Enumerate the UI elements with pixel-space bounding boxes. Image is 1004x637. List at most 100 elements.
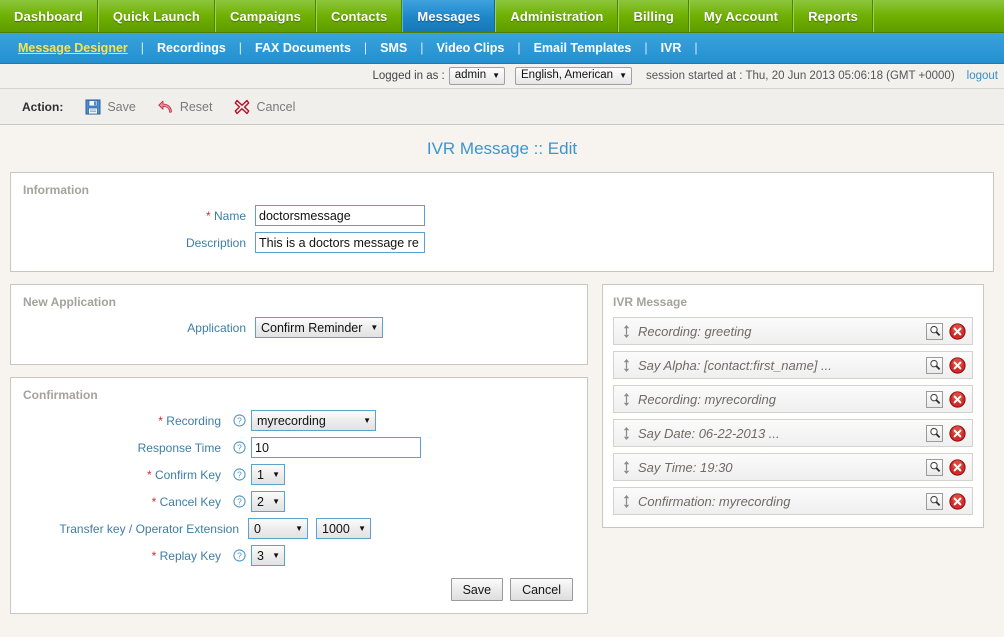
nav-tab-my-account[interactable]: My Account	[688, 0, 794, 32]
help-question-icon[interactable]: ?	[233, 468, 246, 481]
ivr-list-item[interactable]: Recording: myrecording	[613, 385, 973, 413]
delete-circle-icon[interactable]	[949, 424, 966, 442]
magnifier-icon	[929, 495, 940, 507]
secondary-navigation: Message Designer | Recordings | FAX Docu…	[0, 33, 1004, 64]
ivr-item-edit-button[interactable]	[926, 492, 943, 510]
help-question-icon[interactable]: ?	[233, 441, 246, 454]
subnav-item-message-designer[interactable]: Message Designer	[14, 41, 132, 55]
svg-text:?: ?	[237, 497, 242, 507]
nav-tab-messages[interactable]: Messages	[402, 0, 496, 32]
subnav-separator: |	[238, 41, 243, 55]
confirmation-save-button[interactable]: Save	[450, 578, 504, 601]
confirm-key-select[interactable]: 1 ▼	[251, 464, 285, 485]
nav-tab-contacts[interactable]: Contacts	[315, 0, 403, 32]
cancel-action-label: Cancel	[256, 99, 296, 114]
application-select[interactable]: Confirm Reminder ▼	[255, 317, 384, 338]
cancel-key-select[interactable]: 2 ▼	[251, 491, 285, 512]
drag-handle-icon[interactable]	[622, 426, 631, 440]
delete-circle-icon[interactable]	[949, 492, 966, 510]
transfer-key-select[interactable]: 0 ▼	[248, 518, 308, 539]
ivr-list-item[interactable]: Say Time: 19:30	[613, 453, 973, 481]
chevron-down-icon: ▼	[272, 470, 280, 479]
help-question-icon[interactable]: ?	[233, 495, 246, 508]
delete-circle-icon[interactable]	[949, 458, 966, 476]
recording-select[interactable]: myrecording ▼	[251, 410, 376, 431]
name-row: * Name	[23, 205, 981, 226]
drag-handle-icon[interactable]	[622, 358, 631, 372]
ivr-item-edit-button[interactable]	[926, 356, 943, 374]
required-marker: *	[151, 548, 157, 563]
recording-label: * Recording	[23, 414, 230, 428]
magnifier-icon	[929, 359, 940, 371]
information-panel: Information * Name Description	[10, 172, 994, 272]
nav-tab-campaigns[interactable]: Campaigns	[214, 0, 316, 32]
nav-tab-reports[interactable]: Reports	[793, 0, 873, 32]
replay-key-label: * Replay Key	[23, 549, 230, 563]
nav-tab-administration[interactable]: Administration	[495, 0, 619, 32]
ivr-item-label: Say Date: 06-22-2013 ...	[638, 425, 780, 441]
ivr-item-actions	[926, 424, 966, 442]
user-select[interactable]: admin ▼	[448, 67, 506, 85]
ivr-item-label: Say Alpha: [contact:first_name] ...	[638, 357, 832, 373]
subnav-item-fax-documents[interactable]: FAX Documents	[251, 41, 355, 55]
logged-in-label: Logged in as :	[372, 70, 445, 82]
confirm-key-label-text: Confirm Key	[154, 467, 221, 482]
recording-select-value: myrecording	[257, 413, 326, 428]
help-question-icon[interactable]: ?	[233, 549, 246, 562]
ivr-list-item[interactable]: Say Alpha: [contact:first_name] ...	[613, 351, 973, 379]
logout-link[interactable]: logout	[967, 70, 998, 82]
help-question-icon[interactable]: ?	[233, 414, 246, 427]
cancel-key-label: * Cancel Key	[23, 495, 230, 509]
delete-circle-icon[interactable]	[949, 356, 966, 374]
operator-extension-select[interactable]: 1000 ▼	[316, 518, 371, 539]
subnav-item-video-clips[interactable]: Video Clips	[433, 41, 509, 55]
description-input[interactable]	[255, 232, 425, 253]
ivr-item-label: Confirmation: myrecording	[638, 493, 791, 509]
ivr-item-edit-button[interactable]	[926, 390, 943, 408]
ivr-list-item[interactable]: Recording: greeting	[613, 317, 973, 345]
language-select[interactable]: English, American ▼	[515, 67, 632, 85]
subnav-item-ivr[interactable]: IVR	[657, 41, 686, 55]
replay-key-label-text: Replay Key	[159, 548, 221, 563]
nav-tab-billing[interactable]: Billing	[618, 0, 689, 32]
subnav-item-recordings[interactable]: Recordings	[153, 41, 230, 55]
replay-key-select[interactable]: 3 ▼	[251, 545, 285, 566]
ivr-item-actions	[926, 322, 966, 340]
drag-handle-icon[interactable]	[622, 494, 631, 508]
language-select-value: English, American	[521, 69, 614, 82]
subnav-separator: |	[363, 41, 368, 55]
response-time-input[interactable]	[251, 437, 421, 458]
delete-circle-icon[interactable]	[949, 322, 966, 340]
ivr-list-item[interactable]: Confirmation: myrecording	[613, 487, 973, 515]
nav-tab-dashboard[interactable]: Dashboard	[0, 0, 98, 32]
ivr-list-item[interactable]: Say Date: 06-22-2013 ...	[613, 419, 973, 447]
nav-tab-label: Billing	[633, 8, 674, 24]
save-action-button[interactable]: Save	[85, 99, 136, 115]
magnifier-icon	[929, 393, 940, 405]
drag-handle-icon[interactable]	[622, 392, 631, 406]
name-input[interactable]	[255, 205, 425, 226]
subnav-item-email-templates[interactable]: Email Templates	[530, 41, 636, 55]
confirmation-cancel-button[interactable]: Cancel	[510, 578, 573, 601]
cancel-action-button[interactable]: Cancel	[234, 99, 295, 115]
ivr-item-label: Recording: myrecording	[638, 391, 777, 407]
undo-arrow-reset-icon	[158, 100, 172, 113]
subnav-item-sms[interactable]: SMS	[376, 41, 411, 55]
ivr-item-edit-button[interactable]	[926, 458, 943, 476]
magnifier-icon	[929, 325, 940, 337]
reset-action-button[interactable]: Reset	[158, 99, 212, 115]
required-marker: *	[151, 494, 157, 509]
svg-text:?: ?	[237, 416, 242, 426]
nav-tab-label: Dashboard	[14, 8, 83, 24]
ivr-item-label: Say Time: 19:30	[638, 459, 733, 475]
left-column: New Application Application Confirm Remi…	[10, 284, 588, 614]
ivr-item-edit-button[interactable]	[926, 424, 943, 442]
drag-handle-icon[interactable]	[622, 460, 631, 474]
nav-tab-quick-launch[interactable]: Quick Launch	[97, 0, 215, 32]
required-marker: *	[146, 467, 152, 482]
nav-tab-label: Reports	[808, 8, 858, 24]
ivr-item-edit-button[interactable]	[926, 322, 943, 340]
delete-circle-icon[interactable]	[949, 390, 966, 408]
name-label: * Name	[23, 209, 255, 223]
drag-handle-icon[interactable]	[622, 324, 631, 338]
